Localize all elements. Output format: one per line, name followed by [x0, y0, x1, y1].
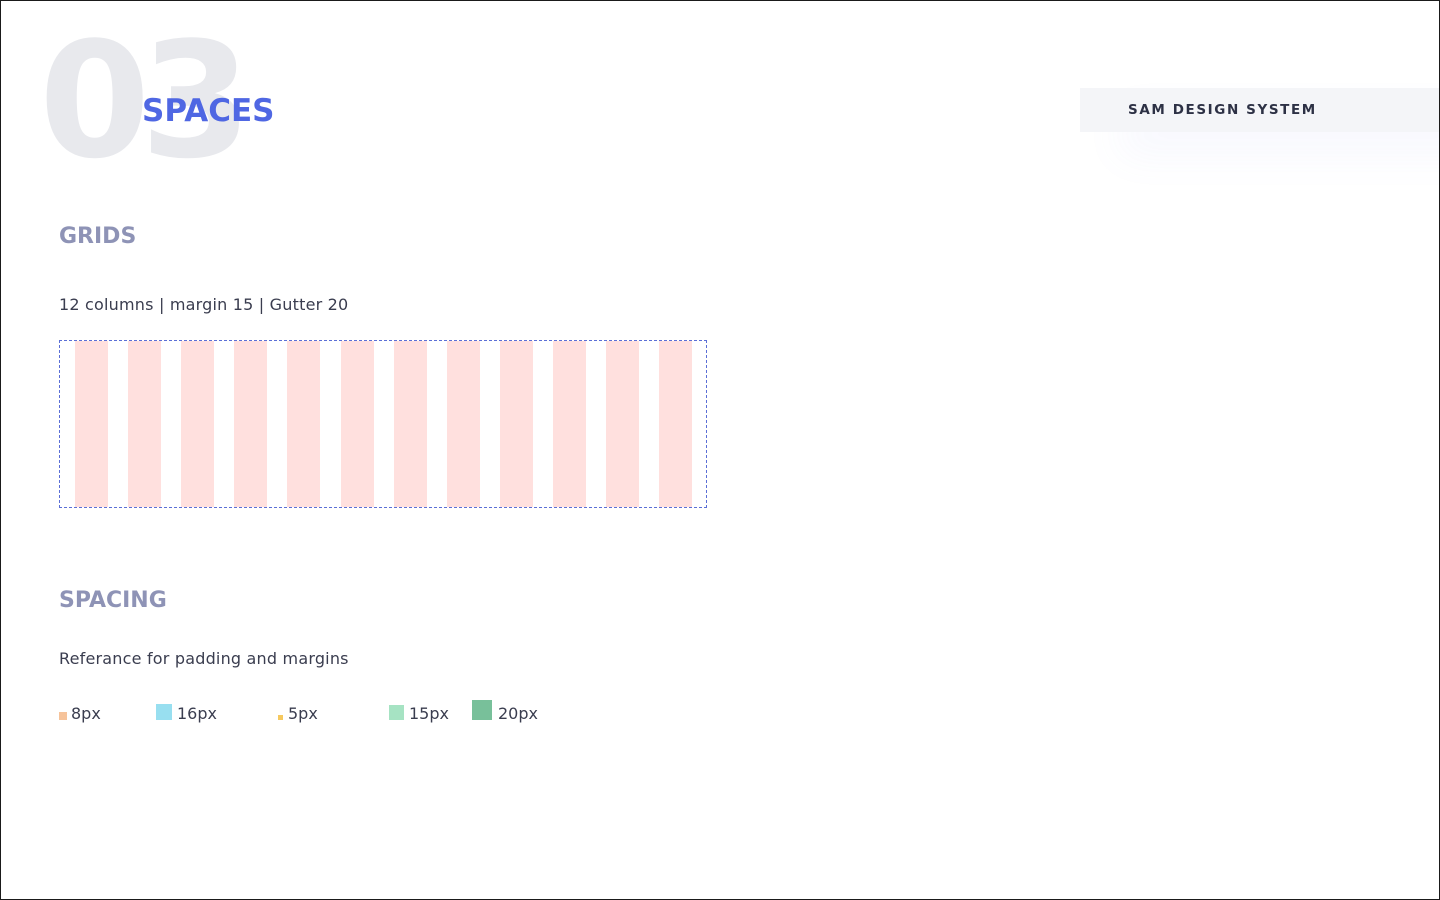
- spacing-swatch: [59, 712, 67, 720]
- spacing-swatch: [472, 700, 492, 720]
- grid-column: [341, 341, 374, 507]
- design-system-page: 03 SPACES SAM DESIGN SYSTEM GRIDS 12 col…: [0, 0, 1440, 900]
- spacing-swatch: [389, 705, 404, 720]
- spacing-swatch-label: 5px: [288, 704, 318, 723]
- grid-column: [606, 341, 639, 507]
- grid-column: [394, 341, 427, 507]
- grid-column: [553, 341, 586, 507]
- spacing-legend: 8px 16px 5px 15px 20px: [1, 697, 701, 729]
- grid-column: [128, 341, 161, 507]
- spacing-description: Referance for padding and margins: [59, 649, 349, 668]
- spacing-item-15px: 15px: [389, 697, 464, 729]
- spacing-item-5px: 5px: [278, 697, 338, 729]
- grid-column: [659, 341, 692, 507]
- spacing-item-8px: 8px: [59, 697, 129, 729]
- grid-column: [447, 341, 480, 507]
- spacing-heading: SPACING: [59, 588, 167, 613]
- grid-column: [75, 341, 108, 507]
- spacing-swatch-label: 20px: [498, 704, 538, 723]
- grids-heading: GRIDS: [59, 224, 137, 249]
- spacing-item-16px: 16px: [156, 697, 236, 729]
- grid-column: [181, 341, 214, 507]
- spacing-swatch-label: 15px: [409, 704, 449, 723]
- spacing-swatch: [156, 704, 172, 720]
- spacing-item-20px: 20px: [472, 697, 552, 729]
- grid-demo: [59, 340, 707, 508]
- grid-column: [287, 341, 320, 507]
- grid-column: [500, 341, 533, 507]
- spacing-swatch-label: 16px: [177, 704, 217, 723]
- spacing-swatch-label: 8px: [71, 704, 101, 723]
- grid-column: [234, 341, 267, 507]
- spacing-swatch: [278, 715, 283, 720]
- brand-tag-label: SAM DESIGN SYSTEM: [1128, 102, 1317, 118]
- brand-tag: SAM DESIGN SYSTEM: [1080, 88, 1439, 132]
- grids-description: 12 columns | margin 15 | Gutter 20: [59, 295, 349, 314]
- page-title: SPACES: [142, 93, 275, 129]
